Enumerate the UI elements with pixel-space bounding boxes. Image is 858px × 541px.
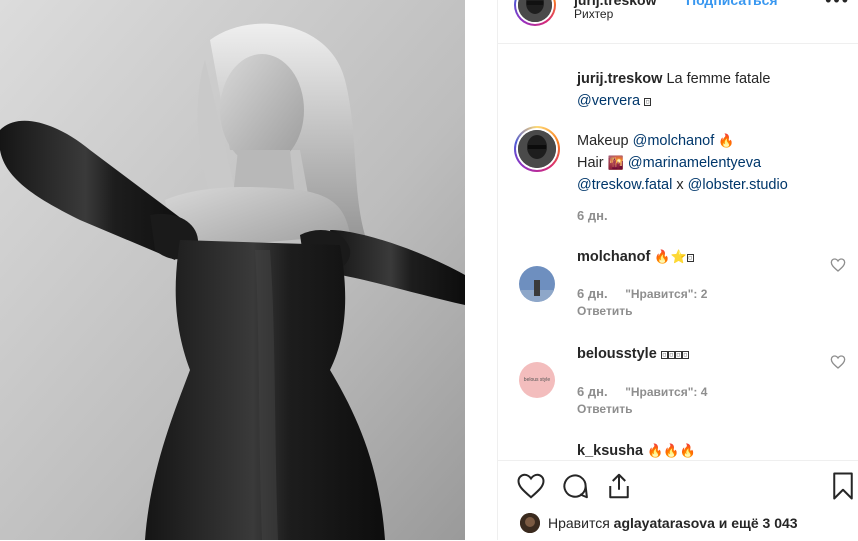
comment-line-molchanof: molchanof 🔥⭐ □ bbox=[577, 246, 694, 269]
caption-line-2: @ververa □ bbox=[577, 90, 652, 112]
caption-time[interactable]: 6 дн. bbox=[577, 208, 608, 223]
mention-ververa[interactable]: @ververa bbox=[577, 93, 640, 109]
makeup-label: Makeup bbox=[577, 133, 629, 149]
more-options-icon[interactable]: ••• bbox=[825, 0, 850, 11]
commenter-avatar-molchanof[interactable] bbox=[519, 266, 555, 302]
comment-username[interactable]: belousstyle bbox=[577, 346, 657, 362]
comment-likes[interactable]: "Нравится": 4 bbox=[625, 385, 707, 399]
follow-button[interactable]: Подписаться bbox=[686, 0, 778, 8]
location-link[interactable]: Рихтер bbox=[574, 7, 613, 21]
caption-line-1: jurij.treskow La femme fatale bbox=[577, 68, 770, 90]
share-icon[interactable] bbox=[604, 471, 634, 501]
caption-text: La femme fatale bbox=[666, 71, 771, 87]
avatar-text: belous style bbox=[523, 377, 551, 383]
photo-image bbox=[0, 0, 465, 540]
author-avatar[interactable] bbox=[514, 0, 556, 26]
mention-molchanof[interactable]: @molchanof bbox=[633, 133, 715, 149]
gif-emoji-icon: □ bbox=[686, 254, 694, 262]
comment-line-belousstyle: belousstyle □ □ □ □ bbox=[577, 343, 689, 365]
mention-marinamelentyeva[interactable]: @marinamelentyeva bbox=[628, 155, 761, 171]
fire-emoji-icon: 🔥 bbox=[654, 250, 671, 265]
comment-username[interactable]: k_ksusha bbox=[577, 443, 643, 459]
x-separator: x bbox=[676, 177, 684, 193]
likes-total[interactable]: и ещё 3 043 bbox=[719, 515, 798, 531]
hair-label: Hair bbox=[577, 155, 604, 171]
post-header: jurij.treskow Подписаться Рихтер ••• bbox=[498, 0, 858, 44]
fire-emoji-icon: 🔥🔥🔥 bbox=[647, 444, 696, 459]
liker-username[interactable]: aglayatarasova bbox=[614, 515, 715, 531]
comment-time[interactable]: 6 дн. bbox=[577, 384, 608, 399]
liker-avatar[interactable] bbox=[520, 513, 540, 533]
reply-button[interactable]: Ответить bbox=[577, 402, 632, 416]
comments-list[interactable]: jurij.treskow La femme fatale @ververa □… bbox=[498, 44, 858, 460]
action-bar: Нравится aglayatarasova и ещё 3 043 bbox=[498, 460, 858, 541]
post-photo[interactable] bbox=[0, 0, 465, 540]
comment-icon[interactable] bbox=[560, 471, 590, 501]
commenter-avatar-belousstyle[interactable]: belous style bbox=[519, 362, 555, 398]
caption-username[interactable]: jurij.treskow bbox=[577, 71, 662, 87]
mention-lobster-studio[interactable]: @lobster.studio bbox=[688, 177, 788, 193]
comment-line-k-ksusha: k_ksusha 🔥🔥🔥 bbox=[577, 440, 696, 460]
caption-line-3: Makeup @molchanof 🔥 bbox=[577, 130, 734, 153]
gif-emoji-icon: □ bbox=[674, 351, 682, 359]
gif-emoji-icon: □ bbox=[667, 351, 675, 359]
gif-emoji-icon: □ bbox=[660, 351, 668, 359]
mention-treskow-fatal[interactable]: @treskow.fatal bbox=[577, 177, 672, 193]
comment-like-heart-icon[interactable] bbox=[830, 257, 846, 273]
comment-time[interactable]: 6 дн. bbox=[577, 286, 608, 301]
star-emoji-icon: ⭐ bbox=[670, 250, 687, 265]
reply-button[interactable]: Ответить bbox=[577, 304, 632, 318]
comment-meta: 6 дн. "Нравится": 4 bbox=[577, 384, 707, 399]
likes-prefix: Нравится bbox=[548, 515, 610, 531]
liked-by-summary[interactable]: Нравится aglayatarasova и ещё 3 043 bbox=[520, 513, 798, 533]
heart-icon[interactable] bbox=[516, 471, 546, 501]
sunset-emoji-icon: 🌇 bbox=[607, 156, 624, 171]
comment-username[interactable]: molchanof bbox=[577, 249, 650, 265]
caption-line-4: Hair 🌇 @marinamelentyeva bbox=[577, 152, 761, 175]
gif-emoji-icon: □ bbox=[681, 351, 689, 359]
fire-emoji-icon: 🔥 bbox=[718, 134, 735, 149]
comment-likes[interactable]: "Нравится": 2 bbox=[625, 287, 707, 301]
comment-meta: 6 дн. "Нравится": 2 bbox=[577, 286, 707, 301]
caption-author-avatar[interactable] bbox=[514, 126, 560, 172]
comment-like-heart-icon[interactable] bbox=[830, 354, 846, 370]
bookmark-icon[interactable] bbox=[828, 471, 858, 501]
caption-line-5: @treskow.fatal x @lobster.studio bbox=[577, 174, 788, 196]
gif-emoji-icon: □ bbox=[644, 98, 652, 106]
